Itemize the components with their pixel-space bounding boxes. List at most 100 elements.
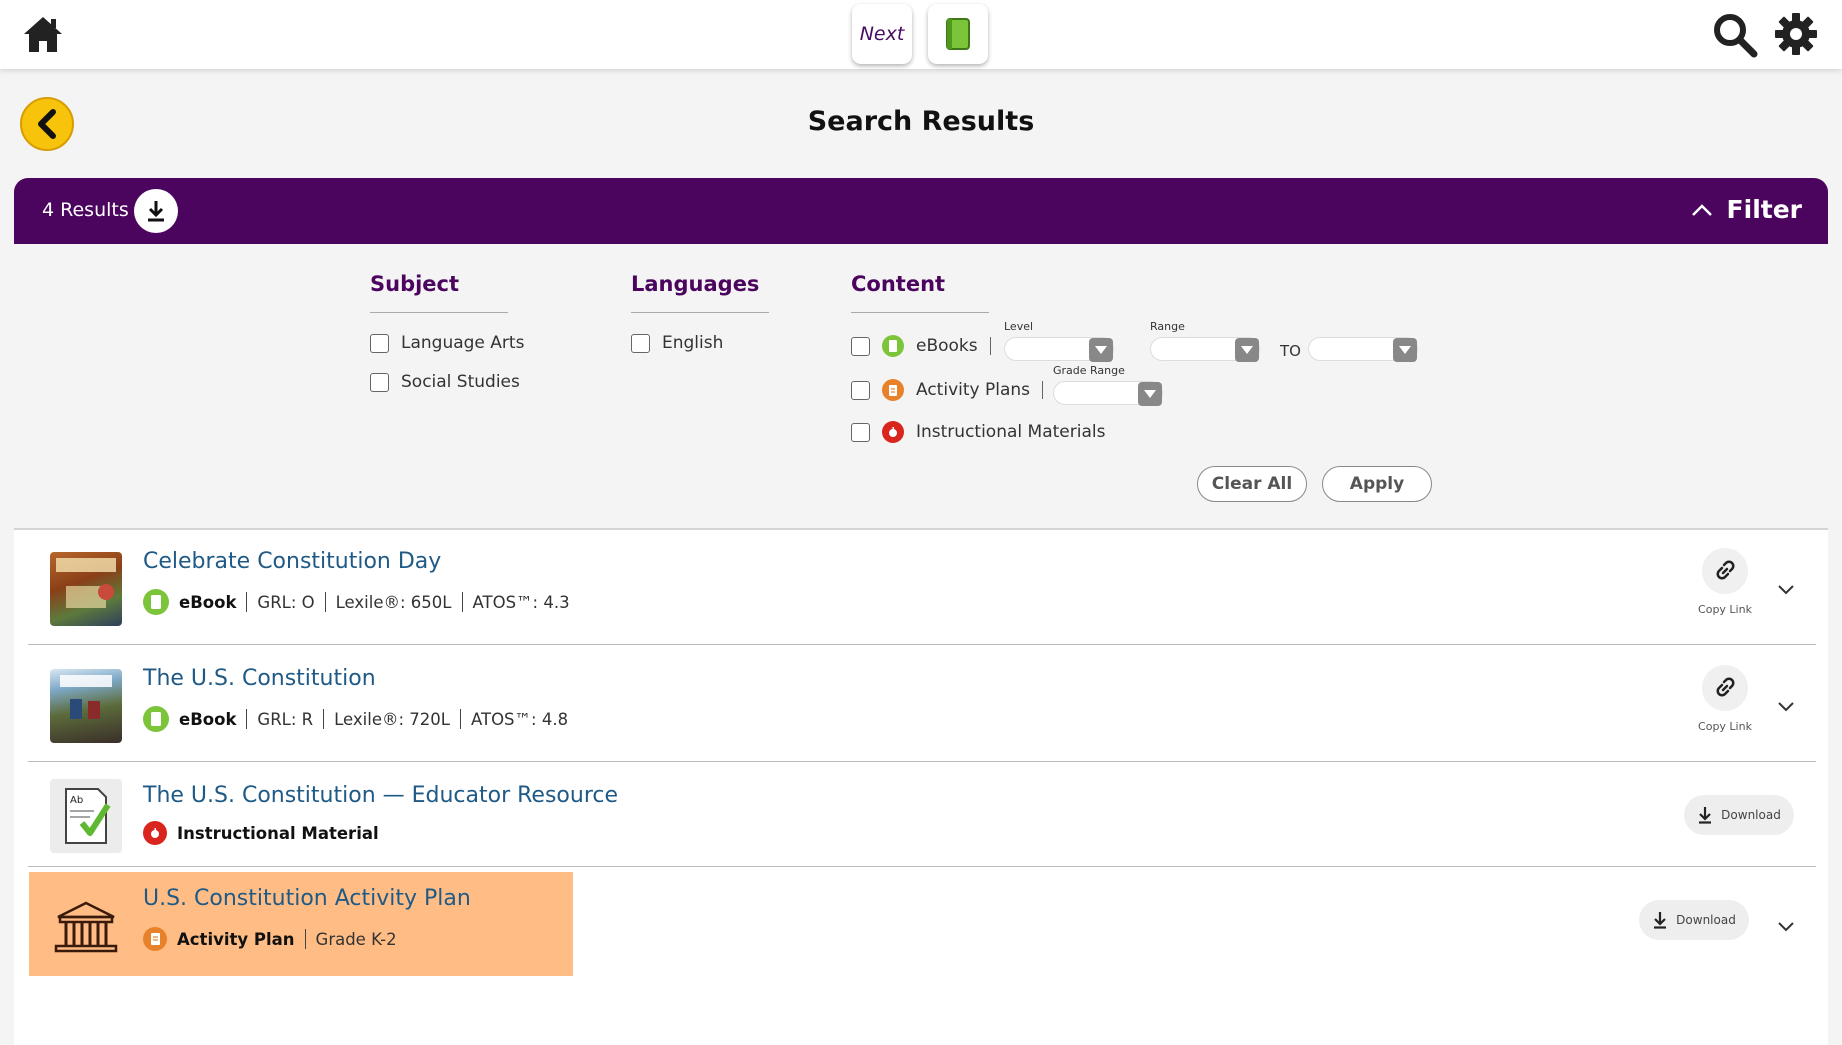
download-icon — [1699, 807, 1712, 824]
result-type: Instructional Material — [177, 823, 379, 843]
subject-option-language-arts[interactable]: Language Arts — [370, 333, 524, 353]
result-title-link[interactable]: The U.S. Constitution — [143, 666, 376, 691]
row-divider — [28, 761, 1816, 762]
result-meta: eBook GRL: R Lexile®: 720L ATOS™: 4.8 — [143, 706, 568, 732]
apple-icon — [143, 821, 167, 845]
divider — [459, 709, 461, 729]
svg-text:Ab: Ab — [70, 795, 83, 806]
copy-link-label: Copy Link — [1698, 603, 1752, 616]
content-option-activity-plans[interactable]: Activity Plans — [851, 379, 1044, 401]
center-nav: Next — [852, 4, 988, 64]
result-title-link[interactable]: The U.S. Constitution — Educator Resourc… — [143, 783, 618, 808]
divider — [1042, 381, 1044, 399]
level-label: Level — [1004, 320, 1034, 333]
caret-down-icon — [1138, 382, 1162, 406]
search-icon[interactable] — [1712, 12, 1758, 58]
checkbox[interactable] — [370, 372, 389, 392]
caret-down-icon — [1235, 338, 1259, 362]
divider — [304, 929, 306, 949]
next-button[interactable]: Next — [852, 4, 912, 64]
option-label: English — [662, 333, 724, 353]
copy-link-label: Copy Link — [1698, 720, 1752, 733]
result-lexile: Lexile®: 650L — [335, 592, 452, 612]
option-label: Activity Plans — [916, 380, 1031, 400]
option-label: Language Arts — [401, 333, 525, 353]
clear-all-button[interactable]: Clear All — [1197, 466, 1307, 502]
chevron-down-icon[interactable] — [1777, 700, 1795, 712]
level-select[interactable] — [1004, 337, 1114, 362]
chevron-down-icon[interactable] — [1777, 583, 1795, 595]
result-grl: GRL: O — [257, 592, 315, 612]
result-type: eBook — [179, 709, 237, 729]
option-label: Instructional Materials — [916, 422, 1106, 442]
divider — [246, 592, 248, 612]
option-label: Social Studies — [401, 372, 520, 392]
copy-link-button[interactable]: Copy Link — [1695, 665, 1755, 733]
grade-range-label: Grade Range — [1053, 364, 1125, 377]
checkbox[interactable] — [631, 333, 650, 353]
download-button[interactable]: Download — [1684, 795, 1794, 835]
ebook-icon — [143, 706, 169, 732]
book-button[interactable] — [928, 4, 988, 64]
content-option-instructional-materials[interactable]: Instructional Materials — [851, 421, 1105, 443]
caret-down-icon — [1393, 338, 1417, 362]
chevron-down-icon[interactable] — [1777, 920, 1795, 932]
subject-heading: Subject — [370, 272, 508, 313]
copy-link-button[interactable]: Copy Link — [1695, 548, 1755, 616]
worksheet-thumbnail[interactable]: Ab — [50, 779, 122, 853]
range-from-select[interactable] — [1150, 337, 1260, 362]
next-label: Next — [859, 23, 905, 45]
option-label: eBooks — [916, 336, 978, 356]
download-button[interactable]: Download — [1639, 900, 1749, 940]
grade-range-select[interactable] — [1053, 381, 1163, 406]
divider — [989, 337, 991, 355]
ebook-icon — [882, 335, 904, 357]
result-title-link[interactable]: Celebrate Constitution Day — [143, 549, 441, 574]
checkbox[interactable] — [851, 336, 870, 356]
top-bar: Next — [0, 0, 1842, 69]
range-label: Range — [1150, 320, 1185, 333]
filter-label: Filter — [1726, 195, 1802, 224]
result-grade: Grade K-2 — [315, 929, 397, 949]
result-meta: Activity Plan Grade K-2 — [143, 927, 397, 951]
download-label: Download — [1676, 913, 1736, 927]
gear-icon[interactable] — [1774, 12, 1818, 56]
ebook-icon — [143, 589, 169, 615]
result-meta: Instructional Material — [143, 821, 379, 845]
home-icon[interactable] — [22, 14, 64, 54]
checkbox[interactable] — [851, 380, 870, 400]
apply-button[interactable]: Apply — [1322, 466, 1432, 502]
green-book-icon — [946, 18, 970, 50]
activity-plan-icon — [882, 379, 904, 401]
results-bar: 4 Results Filter — [14, 178, 1828, 244]
to-label: TO — [1280, 342, 1301, 360]
download-icon — [148, 201, 164, 222]
result-title-link[interactable]: U.S. Constitution Activity Plan — [143, 886, 471, 911]
divider — [324, 592, 326, 612]
results-count: 4 Results — [42, 199, 129, 221]
chevron-up-icon — [1691, 203, 1712, 216]
filter-toggle[interactable]: Filter — [1691, 195, 1802, 224]
results-panel: 4 Results Filter Subject Language Arts S… — [14, 178, 1828, 1045]
row-divider — [28, 866, 1816, 867]
divider — [246, 709, 248, 729]
book-cover-thumbnail[interactable] — [50, 552, 122, 626]
book-cover-thumbnail[interactable] — [50, 669, 122, 743]
download-results-button[interactable] — [134, 189, 178, 233]
link-icon — [1702, 548, 1748, 594]
activity-plan-icon — [143, 927, 167, 951]
download-label: Download — [1721, 808, 1781, 822]
building-icon — [50, 889, 122, 963]
range-to-select[interactable] — [1308, 337, 1418, 362]
content-option-ebooks[interactable]: eBooks — [851, 335, 991, 357]
content-heading: Content — [851, 272, 989, 313]
checkbox[interactable] — [851, 422, 870, 442]
result-atos: ATOS™: 4.8 — [470, 709, 569, 729]
filter-panel: Subject Language Arts Social Studies Lan… — [14, 244, 1828, 530]
result-atos: ATOS™: 4.3 — [472, 592, 570, 612]
subject-option-social-studies[interactable]: Social Studies — [370, 372, 520, 392]
checkbox[interactable] — [370, 333, 389, 353]
language-option-english[interactable]: English — [631, 333, 723, 353]
download-icon — [1654, 912, 1667, 929]
result-type: eBook — [179, 592, 237, 612]
